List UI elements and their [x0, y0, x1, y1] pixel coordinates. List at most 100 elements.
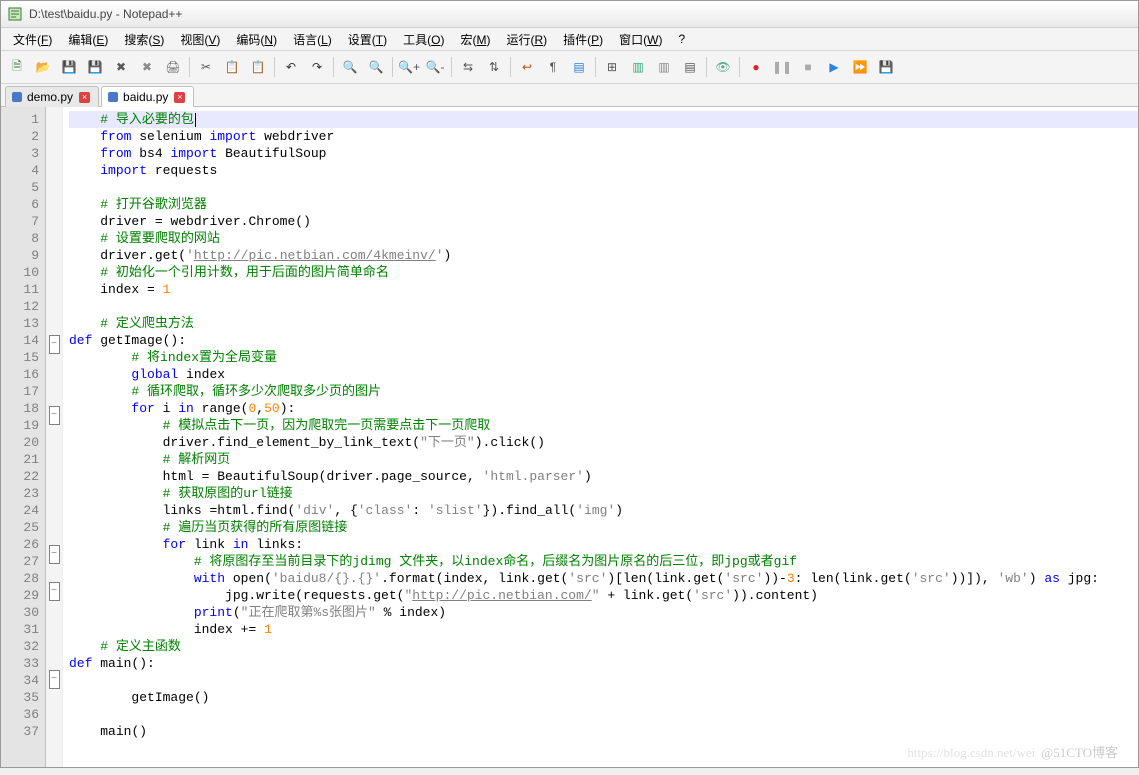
code-line[interactable]: for link in links: [69, 536, 1138, 553]
sync-v-icon[interactable]: ⇆ [456, 55, 480, 79]
menu-item-2[interactable]: 搜索(S) [116, 29, 172, 50]
menu-item-0[interactable]: 文件(F) [5, 29, 60, 50]
code-line[interactable]: index = 1 [69, 281, 1138, 298]
line-number: 25 [1, 519, 39, 536]
print-icon[interactable]: 🖨 [161, 55, 185, 79]
new-file-icon[interactable]: 🗎 [5, 55, 29, 79]
code-line[interactable]: # 模拟点击下一页，因为爬取完一页需要点击下一页爬取 [69, 417, 1138, 434]
line-number: 31 [1, 621, 39, 638]
line-number: 9 [1, 247, 39, 264]
menu-item-1[interactable]: 编辑(E) [60, 29, 116, 50]
code-line[interactable]: def main(): [69, 655, 1138, 672]
code-line[interactable]: # 导入必要的包 [69, 111, 1138, 128]
lang-icon[interactable]: ⊞ [600, 55, 624, 79]
save-all-icon[interactable]: 💾 [83, 55, 107, 79]
playback-icon[interactable]: ▶ [822, 55, 846, 79]
copy-icon[interactable]: 📋 [220, 55, 244, 79]
menu-item-9[interactable]: 运行(R) [498, 29, 555, 50]
code-line[interactable]: import requests [69, 162, 1138, 179]
code-line[interactable]: global index [69, 366, 1138, 383]
code-line[interactable]: getImage() [69, 689, 1138, 706]
zoom-out-icon[interactable]: 🔍- [423, 55, 447, 79]
save-macro-icon[interactable]: 💾 [874, 55, 898, 79]
code-line[interactable] [69, 298, 1138, 315]
tab-baidu-py[interactable]: baidu.py× [101, 86, 194, 107]
save-icon[interactable]: 💾 [57, 55, 81, 79]
code-line[interactable]: # 将原图存至当前目录下的jdimg 文件夹，以index命名，后缀名为图片原名… [69, 553, 1138, 570]
tab-close-icon[interactable]: × [79, 92, 90, 103]
record-start-icon[interactable]: ● [744, 55, 768, 79]
doc-map-icon[interactable]: ▥ [626, 55, 650, 79]
code-line[interactable]: # 设置要爬取的网站 [69, 230, 1138, 247]
code-line[interactable]: html = BeautifulSoup(driver.page_source,… [69, 468, 1138, 485]
zoom-in-icon[interactable]: 🔍+ [397, 55, 421, 79]
paste-icon[interactable]: 📋 [246, 55, 270, 79]
folder-tree-icon[interactable]: ▤ [678, 55, 702, 79]
close-all-icon[interactable]: ✖ [135, 55, 159, 79]
line-number: 2 [1, 128, 39, 145]
code-line[interactable] [69, 672, 1138, 689]
code-line[interactable]: index += 1 [69, 621, 1138, 638]
tab-close-icon[interactable]: × [174, 92, 185, 103]
code-line[interactable]: driver.find_element_by_link_text("下一页").… [69, 434, 1138, 451]
code-area[interactable]: # 导入必要的包 from selenium import webdriver … [63, 107, 1138, 767]
code-line[interactable]: jpg.write(requests.get("http://pic.netbi… [69, 587, 1138, 604]
toolbar-separator [595, 57, 596, 77]
code-line[interactable]: def getImage(): [69, 332, 1138, 349]
monitor-icon[interactable]: 👁 [711, 55, 735, 79]
menu-item-5[interactable]: 语言(L) [285, 29, 340, 50]
line-number: 29 [1, 587, 39, 604]
menu-item-11[interactable]: 窗口(W) [611, 29, 670, 50]
code-line[interactable]: from bs4 import BeautifulSoup [69, 145, 1138, 162]
line-number: 17 [1, 383, 39, 400]
code-line[interactable] [69, 706, 1138, 723]
func-list-icon[interactable]: ▥ [652, 55, 676, 79]
code-line[interactable]: # 将index置为全局变量 [69, 349, 1138, 366]
record-pause-icon[interactable]: ❚❚ [770, 55, 794, 79]
code-line[interactable]: # 获取原图的url链接 [69, 485, 1138, 502]
menu-item-3[interactable]: 视图(V) [172, 29, 228, 50]
menu-item-7[interactable]: 工具(O) [395, 29, 452, 50]
code-line[interactable]: driver.get('http://pic.netbian.com/4kmei… [69, 247, 1138, 264]
fold-column[interactable]: −−−−− [46, 107, 63, 767]
toolbar-separator [451, 57, 452, 77]
line-number: 22 [1, 468, 39, 485]
redo-icon[interactable]: ↷ [305, 55, 329, 79]
code-line[interactable]: # 打开谷歌浏览器 [69, 196, 1138, 213]
word-wrap-icon[interactable]: ↩ [515, 55, 539, 79]
code-line[interactable]: for i in range(0,50): [69, 400, 1138, 417]
menu-help[interactable]: ? [670, 30, 693, 48]
code-line[interactable]: # 初始化一个引用计数，用于后面的图片简单命名 [69, 264, 1138, 281]
record-stop-icon[interactable]: ■ [796, 55, 820, 79]
cut-icon[interactable]: ✂ [194, 55, 218, 79]
code-line[interactable]: print("正在爬取第%s张图片" % index) [69, 604, 1138, 621]
line-number: 11 [1, 281, 39, 298]
code-line[interactable]: main() [69, 723, 1138, 740]
menu-item-4[interactable]: 编码(N) [228, 29, 285, 50]
menu-item-10[interactable]: 插件(P) [555, 29, 611, 50]
code-line[interactable]: # 遍历当页获得的所有原图链接 [69, 519, 1138, 536]
play-multi-icon[interactable]: ⏩ [848, 55, 872, 79]
undo-icon[interactable]: ↶ [279, 55, 303, 79]
code-editor[interactable]: 1234567891011121314151617181920212223242… [1, 107, 1138, 767]
code-line[interactable]: # 定义主函数 [69, 638, 1138, 655]
indent-guide-icon[interactable]: ▤ [567, 55, 591, 79]
code-line[interactable]: # 解析网页 [69, 451, 1138, 468]
code-line[interactable]: with open('baidu8/{}.{}'.format(index, l… [69, 570, 1138, 587]
tab-demo-py[interactable]: demo.py× [5, 86, 99, 107]
line-number: 5 [1, 179, 39, 196]
sync-h-icon[interactable]: ⇅ [482, 55, 506, 79]
code-line[interactable]: links =html.find('div', {'class': 'slist… [69, 502, 1138, 519]
code-line[interactable] [69, 179, 1138, 196]
code-line[interactable]: from selenium import webdriver [69, 128, 1138, 145]
menu-item-6[interactable]: 设置(T) [340, 29, 395, 50]
replace-icon[interactable]: 🔍 [364, 55, 388, 79]
code-line[interactable]: # 循环爬取，循环多少次爬取多少页的图片 [69, 383, 1138, 400]
code-line[interactable]: driver = webdriver.Chrome() [69, 213, 1138, 230]
code-line[interactable]: # 定义爬虫方法 [69, 315, 1138, 332]
open-file-icon[interactable]: 📂 [31, 55, 55, 79]
find-icon[interactable]: 🔍 [338, 55, 362, 79]
all-chars-icon[interactable]: ¶ [541, 55, 565, 79]
menu-item-8[interactable]: 宏(M) [452, 29, 498, 50]
close-icon[interactable]: ✖ [109, 55, 133, 79]
